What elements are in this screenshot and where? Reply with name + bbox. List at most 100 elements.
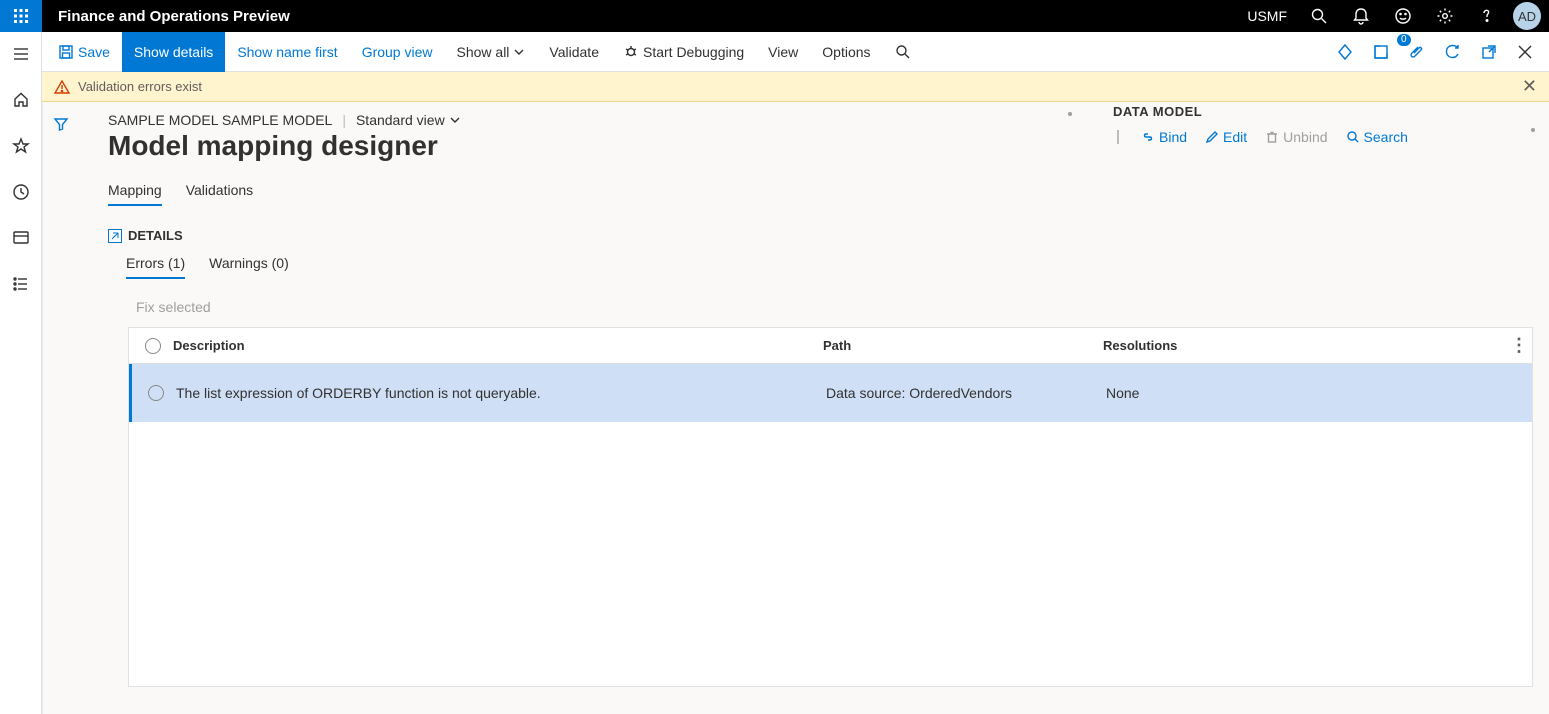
select-all-radio[interactable] xyxy=(145,338,161,354)
list-icon xyxy=(12,275,30,293)
col-path[interactable]: Path xyxy=(819,338,1099,353)
clock-icon xyxy=(12,183,30,201)
warning-icon xyxy=(54,79,70,95)
unbind-button: Unbind xyxy=(1265,129,1327,145)
tab-mapping[interactable]: Mapping xyxy=(108,182,162,206)
show-name-first-button[interactable]: Show name first xyxy=(225,32,349,72)
search-icon xyxy=(1310,7,1328,25)
hamburger-icon xyxy=(12,45,30,63)
waffle-icon xyxy=(13,8,29,24)
row-path: Data source: OrderedVendors xyxy=(822,377,1102,409)
save-button[interactable]: Save xyxy=(46,32,122,72)
nav-home[interactable] xyxy=(5,84,37,116)
details-header[interactable]: DETAILS xyxy=(108,228,1533,243)
nav-favorites[interactable] xyxy=(5,130,37,162)
attach-action[interactable] xyxy=(1367,38,1395,66)
nav-recent[interactable] xyxy=(5,176,37,208)
options-menu[interactable]: Options xyxy=(810,32,882,72)
bug-icon xyxy=(623,44,639,60)
diamond-icon xyxy=(1336,43,1354,61)
open-icon xyxy=(1372,43,1390,61)
nav-hamburger[interactable] xyxy=(5,38,37,70)
smile-icon xyxy=(1394,7,1412,25)
search-button[interactable]: Search xyxy=(1346,129,1408,145)
nav-modules[interactable] xyxy=(5,268,37,300)
feedback-button[interactable] xyxy=(1383,0,1423,32)
main-tabs: Mapping Validations xyxy=(108,182,1533,206)
grid-more-button[interactable]: ⋮ xyxy=(1502,335,1532,356)
nav-workspaces[interactable] xyxy=(5,222,37,254)
filter-icon xyxy=(53,116,69,132)
show-details-button[interactable]: Show details xyxy=(122,32,225,72)
group-view-button[interactable]: Group view xyxy=(350,32,445,72)
bind-button[interactable]: Bind xyxy=(1141,129,1187,145)
workspace-icon xyxy=(12,229,30,247)
warning-text: Validation errors exist xyxy=(78,79,202,94)
attachments-action[interactable]: 0 xyxy=(1403,38,1431,66)
data-model-title: DATA MODEL xyxy=(1113,104,1202,119)
company-code[interactable]: USMF xyxy=(1247,8,1297,24)
search-button[interactable] xyxy=(1299,0,1339,32)
user-avatar[interactable]: AD xyxy=(1513,2,1541,30)
bell-icon xyxy=(1352,7,1370,25)
close-icon xyxy=(1516,43,1534,61)
help-button[interactable] xyxy=(1467,0,1507,32)
table-row[interactable]: The list expression of ORDERBY function … xyxy=(129,364,1532,422)
refresh-action[interactable] xyxy=(1439,38,1467,66)
decorative-dot xyxy=(1068,112,1072,116)
decorative-dot xyxy=(1531,128,1535,132)
filter-button[interactable] xyxy=(53,116,69,714)
pencil-icon xyxy=(1205,130,1219,144)
badge-count: 0 xyxy=(1397,34,1411,46)
top-right-controls: USMF AD xyxy=(1247,0,1549,32)
action-bar: Save Show details Show name first Group … xyxy=(42,32,1549,72)
left-navigation-rail xyxy=(0,32,42,714)
fix-selected-button: Fix selected xyxy=(136,299,1533,315)
save-label: Save xyxy=(78,44,110,60)
row-radio[interactable] xyxy=(148,385,164,401)
show-all-dropdown[interactable]: Show all xyxy=(445,32,538,72)
data-model-panel: DATA MODEL Bind Edit Unbind Search xyxy=(1113,104,1533,145)
start-debugging-button[interactable]: Start Debugging xyxy=(611,32,756,72)
breadcrumb-model: SAMPLE MODEL SAMPLE MODEL xyxy=(108,112,332,128)
view-selector[interactable]: Standard view xyxy=(356,112,461,128)
tab-errors[interactable]: Errors (1) xyxy=(126,255,185,279)
top-bar: Finance and Operations Preview USMF AD xyxy=(0,0,1549,32)
detail-tabs: Errors (1) Warnings (0) xyxy=(126,255,1533,279)
warning-close-button[interactable]: ✕ xyxy=(1522,76,1537,97)
paperclip-icon xyxy=(1408,43,1426,61)
search-icon xyxy=(1346,130,1360,144)
row-resolutions: None xyxy=(1102,377,1502,409)
refresh-icon xyxy=(1444,43,1462,61)
app-launcher-button[interactable] xyxy=(0,0,42,32)
app-title: Finance and Operations Preview xyxy=(42,8,306,25)
collapse-icon xyxy=(108,229,122,243)
grid-header: Description Path Resolutions ⋮ xyxy=(129,328,1532,364)
edit-button[interactable]: Edit xyxy=(1205,129,1247,145)
row-description: The list expression of ORDERBY function … xyxy=(172,377,822,409)
star-icon xyxy=(12,137,30,155)
tab-warnings[interactable]: Warnings (0) xyxy=(209,255,289,279)
chevron-down-icon xyxy=(513,46,525,58)
question-icon xyxy=(1478,7,1496,25)
view-menu[interactable]: View xyxy=(756,32,810,72)
close-action[interactable] xyxy=(1511,38,1539,66)
settings-button[interactable] xyxy=(1425,0,1465,32)
trash-icon xyxy=(1265,130,1279,144)
tag-action[interactable] xyxy=(1331,38,1359,66)
search-action[interactable] xyxy=(883,32,923,72)
tab-validations[interactable]: Validations xyxy=(186,182,253,206)
notifications-button[interactable] xyxy=(1341,0,1381,32)
filter-column xyxy=(42,102,78,714)
errors-grid: Description Path Resolutions ⋮ The list … xyxy=(128,327,1533,687)
col-description[interactable]: Description xyxy=(169,338,819,353)
search-icon xyxy=(895,44,911,60)
validation-warning-bar: Validation errors exist ✕ xyxy=(42,72,1549,102)
col-resolutions[interactable]: Resolutions xyxy=(1099,338,1502,353)
gear-icon xyxy=(1436,7,1454,25)
link-icon xyxy=(1141,130,1155,144)
breadcrumb-separator: | xyxy=(342,112,346,128)
popout-action[interactable] xyxy=(1475,38,1503,66)
handle-icon[interactable] xyxy=(1117,130,1119,144)
validate-button[interactable]: Validate xyxy=(537,32,611,72)
